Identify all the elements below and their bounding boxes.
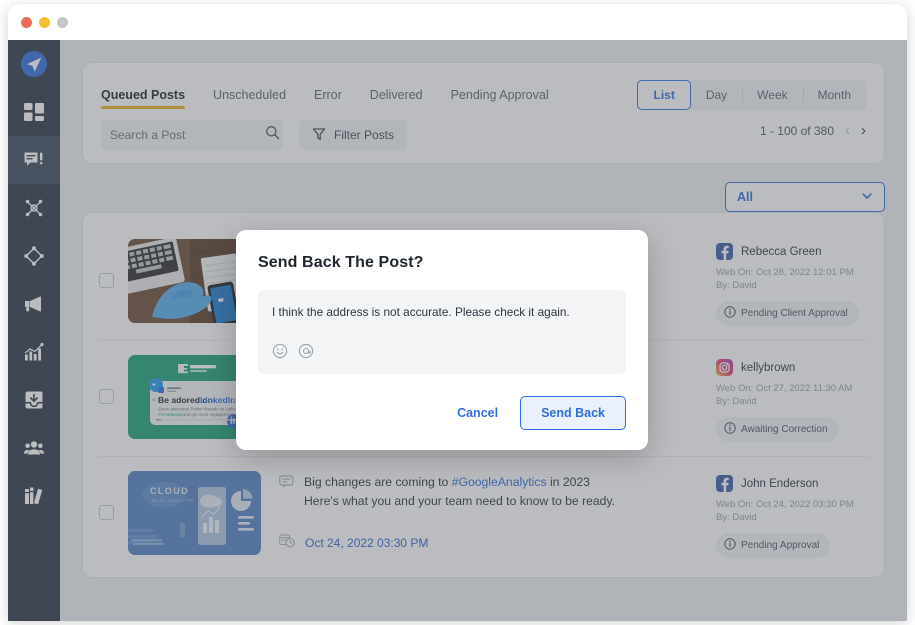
comment-textarea-wrap[interactable] (258, 290, 626, 374)
comment-input[interactable] (272, 305, 612, 319)
maximize-window-button[interactable] (57, 17, 68, 28)
send-back-modal: Send Back The Post? (236, 230, 648, 450)
modal-actions: Cancel Send Back (258, 396, 626, 430)
send-back-button[interactable]: Send Back (520, 396, 626, 430)
browser-window: Queued Posts Unscheduled Error Delivered… (8, 4, 907, 621)
modal-title: Send Back The Post? (258, 254, 626, 272)
close-window-button[interactable] (21, 17, 32, 28)
emoji-smiley-icon[interactable] (272, 343, 288, 364)
cancel-button[interactable]: Cancel (451, 398, 504, 428)
minimize-window-button[interactable] (39, 17, 50, 28)
mention-at-icon[interactable] (298, 343, 314, 364)
application-body: Queued Posts Unscheduled Error Delivered… (8, 40, 907, 621)
comment-tools (272, 343, 314, 364)
window-titlebar (8, 4, 907, 40)
